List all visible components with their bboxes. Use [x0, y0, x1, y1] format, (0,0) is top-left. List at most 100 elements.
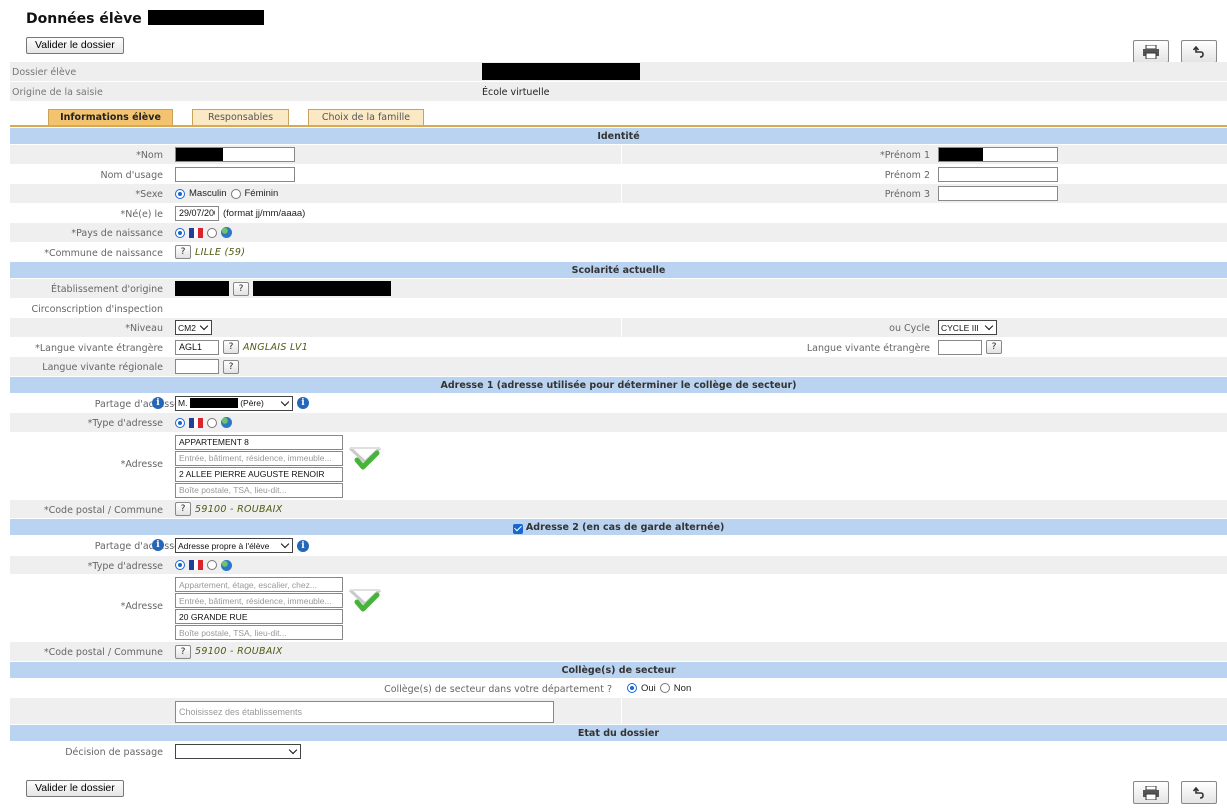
- row-commune-naissance: *Commune de naissance ? LILLE (59): [10, 242, 1227, 262]
- nom-usage-input[interactable]: [175, 166, 295, 182]
- print-button-bottom[interactable]: [1133, 781, 1169, 804]
- college-oui-radio[interactable]: [627, 683, 637, 693]
- adresse1-line4-input[interactable]: [175, 482, 343, 498]
- france-flag-icon: [189, 560, 204, 570]
- partage-adresse2-select[interactable]: Adresse propre à l'élève: [175, 538, 293, 553]
- row-niveau: *Niveau CM2 ou Cycle CYCLE III: [10, 318, 1227, 338]
- adresse2-line2-input[interactable]: [175, 593, 343, 608]
- redacted-nom: [176, 148, 223, 161]
- decision-passage-select[interactable]: [175, 744, 301, 759]
- page-title: Données élève: [26, 10, 264, 27]
- sexe-feminin-radio[interactable]: [230, 188, 241, 199]
- college-non-radio[interactable]: [659, 683, 670, 693]
- row-circonscription: Circonscription d'inspection: [10, 298, 1227, 318]
- row-lve: *Langue vivante étrangère ? ANGLAIS LV1 …: [10, 337, 1227, 357]
- envelope-check-icon: [348, 588, 382, 612]
- tab-responsables[interactable]: Responsables: [192, 109, 289, 125]
- tab-underline: [10, 125, 1227, 127]
- lve2-search-button[interactable]: ?: [986, 340, 1002, 354]
- row-nom-usage: Nom d'usage Prénom 2: [10, 164, 1227, 184]
- redacted-etablissement-code: [175, 281, 229, 296]
- print-button-top[interactable]: [1133, 40, 1169, 63]
- etablissement-search-button[interactable]: ?: [233, 281, 249, 296]
- back-button-top[interactable]: [1181, 40, 1217, 63]
- row-cp1: *Code postal / Commune ? 59100 - ROUBAIX: [10, 499, 1227, 519]
- niveau-select[interactable]: CM2: [175, 320, 212, 335]
- row-sexe: *Sexe Masculin Féminin Prénom 3: [10, 184, 1227, 204]
- row-adresse1: *Adresse: [10, 432, 1227, 500]
- college-search-input[interactable]: [175, 701, 554, 723]
- cp1-search-button[interactable]: ?: [175, 502, 191, 516]
- row-pays-naissance: *Pays de naissance: [10, 223, 1227, 243]
- row-college-choice: [10, 698, 1227, 725]
- valider-dossier-button-top[interactable]: Valider le dossier: [26, 37, 124, 54]
- section-college: Collège(s) de secteur: [10, 661, 1227, 679]
- adresse2-line1-input[interactable]: [175, 577, 343, 592]
- pays-etranger-radio[interactable]: [207, 227, 217, 238]
- adresse1-line3-input[interactable]: [175, 466, 343, 482]
- type-adresse1-etranger-radio[interactable]: [207, 417, 217, 428]
- redacted-name: [147, 10, 264, 25]
- adresse1-line2-input[interactable]: [175, 450, 343, 466]
- partage-adresse1-select[interactable]: M. (Père): [175, 395, 293, 411]
- adresse2-line3-input[interactable]: [175, 609, 343, 624]
- sexe-masculin-radio[interactable]: [175, 188, 185, 199]
- return-arrow-icon: [1193, 786, 1204, 799]
- student-form: Identité *Nom *Prénom 1 Nom d'usage Prén…: [10, 128, 1227, 762]
- lve-search-button[interactable]: ?: [223, 340, 239, 354]
- valider-dossier-button-bottom[interactable]: Valider le dossier: [26, 780, 124, 797]
- prenom2-input[interactable]: [938, 166, 1058, 182]
- info-icon[interactable]: i: [297, 397, 309, 409]
- row-adresse2: *Adresse: [10, 575, 1227, 642]
- redacted-dossier-id: [482, 63, 640, 80]
- adresse2-checkbox[interactable]: [512, 523, 523, 534]
- info-icon[interactable]: i: [152, 396, 164, 409]
- info-icon[interactable]: i: [297, 539, 309, 552]
- globe-icon: [221, 227, 232, 238]
- france-flag-icon: [189, 227, 204, 238]
- type-adresse2-france-radio[interactable]: [175, 560, 185, 570]
- tab-informations-eleve[interactable]: Informations élève: [48, 109, 173, 125]
- redacted-etablissement-name: [253, 281, 391, 296]
- type-adresse1-france-radio[interactable]: [175, 417, 185, 428]
- lvr-input[interactable]: [175, 359, 219, 374]
- adresse1-line1-input[interactable]: [175, 434, 343, 450]
- back-button-bottom[interactable]: [1181, 781, 1217, 804]
- lve-input[interactable]: [175, 339, 219, 355]
- section-scolarite: Scolarité actuelle: [10, 262, 1227, 279]
- lvr-search-button[interactable]: ?: [223, 359, 239, 374]
- row-partage1: Partage d'adresse i M. (Père) i: [10, 393, 1227, 413]
- printer-icon: [1143, 785, 1159, 800]
- commune-search-button[interactable]: ?: [175, 245, 191, 259]
- globe-icon: [221, 559, 232, 571]
- lve2-input[interactable]: [938, 339, 982, 355]
- printer-icon: [1143, 44, 1159, 59]
- section-adresse2: Adresse 2 (en cas de garde alternée): [10, 519, 1227, 536]
- row-college-question: Collège(s) de secteur dans votre départe…: [10, 678, 1227, 698]
- pays-france-radio[interactable]: [175, 227, 185, 238]
- date-naissance-input[interactable]: [175, 205, 219, 221]
- prenom3-input[interactable]: [938, 186, 1058, 201]
- row-etablissement: Établissement d'origine ?: [10, 279, 1227, 299]
- section-etat: Etat du dossier: [10, 725, 1227, 742]
- adresse2-line4-input[interactable]: [175, 625, 343, 640]
- redacted-responsable: [189, 398, 238, 409]
- dossier-info: Dossier élève Origine de la saisie École…: [10, 62, 1227, 102]
- row-partage2: Partage d'adresse i Adresse propre à l'é…: [10, 536, 1227, 556]
- row-decision: Décision de passage: [10, 742, 1227, 762]
- row-type-adresse1: *Type d'adresse: [10, 413, 1227, 433]
- dossier-row: Dossier élève: [10, 62, 1227, 82]
- row-naissance: *Né(e) le (format jj/mm/aaaa): [10, 203, 1227, 223]
- return-arrow-icon: [1193, 45, 1204, 58]
- section-identite: Identité: [10, 128, 1227, 145]
- type-adresse2-etranger-radio[interactable]: [207, 560, 217, 570]
- row-lvr: Langue vivante régionale ?: [10, 357, 1227, 377]
- globe-icon: [221, 417, 232, 428]
- row-type-adresse2: *Type d'adresse: [10, 555, 1227, 575]
- cp2-search-button[interactable]: ?: [175, 644, 191, 659]
- cycle-select[interactable]: CYCLE III: [938, 320, 997, 335]
- info-icon[interactable]: i: [152, 539, 164, 551]
- tab-choix-famille[interactable]: Choix de la famille: [308, 109, 424, 125]
- france-flag-icon: [189, 417, 204, 428]
- redacted-prenom: [939, 148, 983, 161]
